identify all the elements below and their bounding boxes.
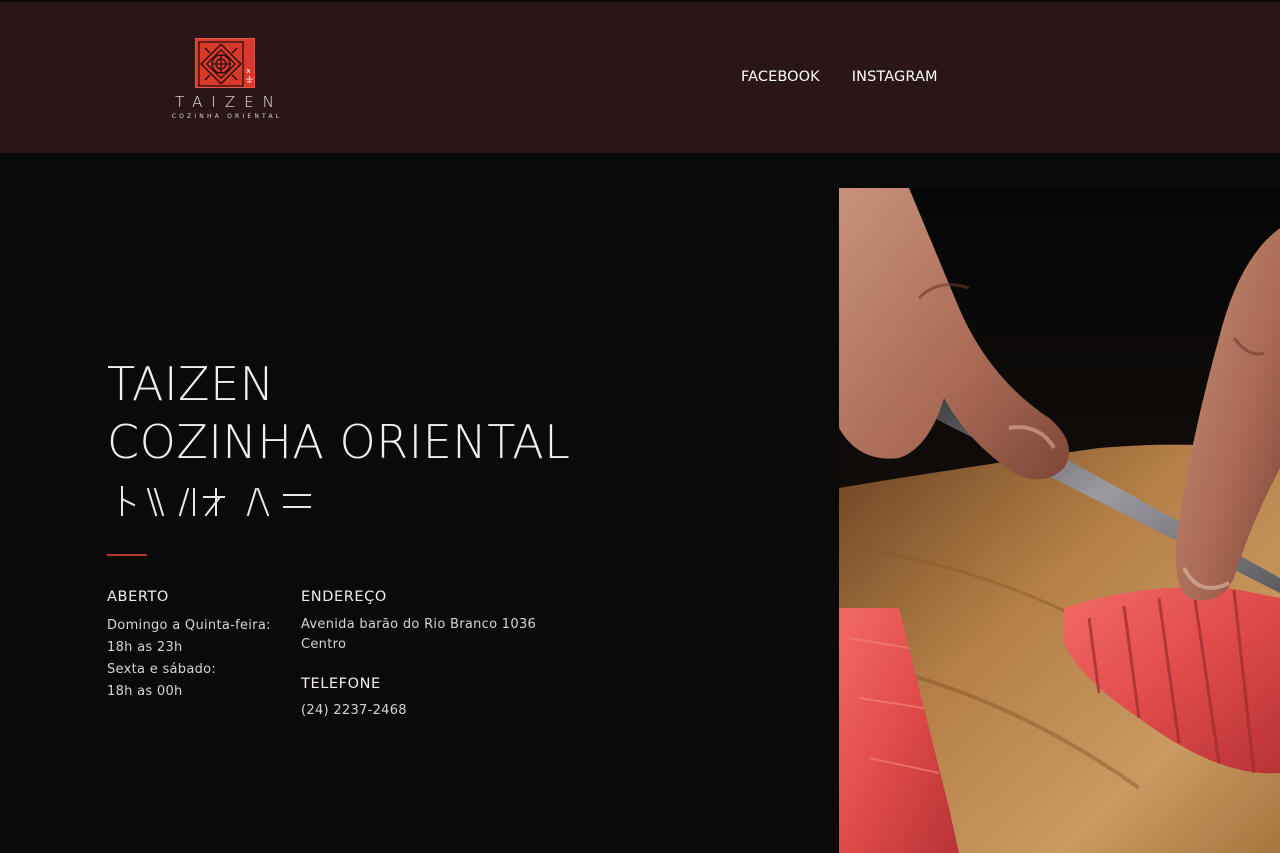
address-line: Centro <box>301 637 347 652</box>
nav-facebook-link[interactable]: FACEBOOK <box>741 69 820 85</box>
logo-subtitle: COZINHA ORIENTAL <box>171 113 283 120</box>
decorative-glyphs-icon <box>120 486 311 517</box>
phone-heading: TELEFONE <box>301 676 381 692</box>
sushi-photo <box>839 188 1280 853</box>
address-heading: ENDEREÇO <box>301 589 387 605</box>
phone-number[interactable]: (24) 2237-2468 <box>301 700 601 722</box>
logo-mark-icon <box>195 38 255 88</box>
hours-line: Domingo a Quinta-feira: <box>107 618 271 633</box>
hours-heading: ABERTO <box>107 589 169 605</box>
logo-name: TAIZEN <box>175 93 283 111</box>
site-header: TAIZEN COZINHA ORIENTAL FACEBOOK INSTAGR… <box>0 2 1280 153</box>
phone-group: TELEFONE (24) 2237-2468 <box>301 676 601 722</box>
hero-title-line1: TAIZEN <box>107 357 275 411</box>
main-nav: FACEBOOK INSTAGRAM <box>741 69 938 85</box>
opening-hours: ABERTO Domingo a Quinta-feira: 18h as 23… <box>107 589 297 703</box>
accent-divider <box>107 554 147 556</box>
contact-info: ENDEREÇO Avenida barão do Rio Branco 103… <box>301 589 601 722</box>
address-line: Avenida barão do Rio Branco 1036 <box>301 617 537 632</box>
hero-title: TAIZEN COZINHA ORIENTAL <box>107 355 570 471</box>
nav-instagram-link[interactable]: INSTAGRAM <box>852 69 938 85</box>
hours-line: Sexta e sábado: <box>107 662 217 677</box>
hours-line: 18h as 23h <box>107 640 183 655</box>
hero-section: TAIZEN COZINHA ORIENTAL ABERTO Domingo a… <box>0 153 1280 853</box>
logo[interactable]: TAIZEN COZINHA ORIENTAL <box>150 38 300 124</box>
hours-line: 18h as 00h <box>107 684 183 699</box>
hero-title-line2: COZINHA ORIENTAL <box>107 415 571 469</box>
